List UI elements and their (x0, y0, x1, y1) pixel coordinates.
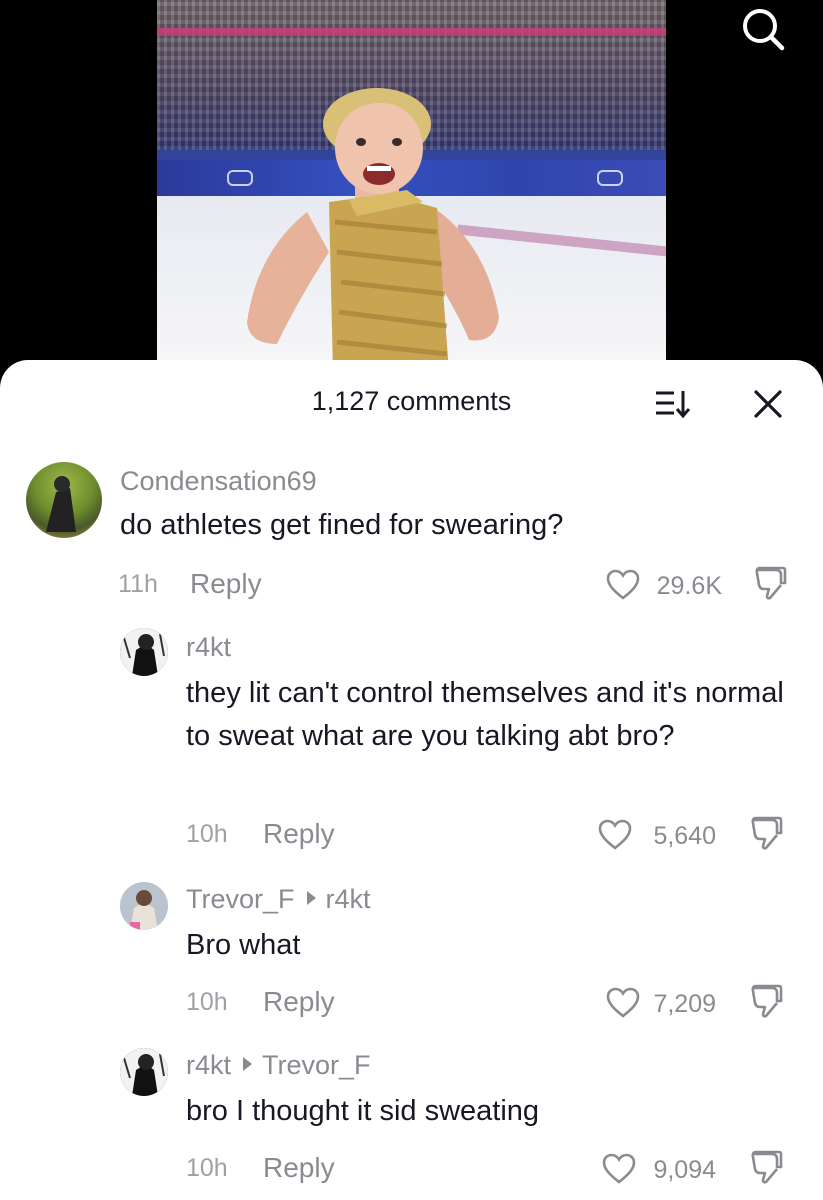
olympic-rings-mark (597, 170, 623, 186)
thumbs-down-icon[interactable] (754, 566, 788, 600)
reply-arrow-icon (243, 1057, 253, 1071)
username-text[interactable]: r4kt (186, 632, 231, 662)
reply-button[interactable]: Reply (263, 986, 335, 1018)
comments-header: 1,127 comments (0, 360, 823, 446)
comment-username[interactable]: r4kt (186, 632, 231, 663)
like-count: 5,640 (653, 822, 716, 850)
sort-icon[interactable] (654, 388, 690, 420)
video-frame (157, 0, 666, 362)
avatar[interactable] (120, 628, 168, 676)
comment-item: Condensation69 do athletes get fined for… (0, 456, 823, 606)
like-count: 9,094 (653, 1156, 716, 1184)
reply-to-username[interactable]: Trevor_F (262, 1050, 371, 1080)
heart-icon[interactable] (606, 987, 640, 1019)
heart-icon[interactable] (598, 819, 632, 851)
comment-item: Trevor_F r4kt Bro what 10h Reply 7,209 (0, 872, 823, 1032)
comment-username[interactable]: Condensation69 (120, 466, 317, 497)
comment-time: 10h (186, 1154, 228, 1182)
comment-text: they lit can't control themselves and it… (186, 677, 784, 752)
comment-item: r4kt they lit can't control themselves a… (0, 620, 823, 870)
like-count: 29.6K (656, 572, 722, 600)
close-icon[interactable] (752, 388, 784, 420)
video-player[interactable] (0, 0, 823, 380)
heart-icon[interactable] (602, 1153, 636, 1185)
thumbs-down-icon[interactable] (750, 816, 784, 850)
avatar[interactable] (120, 882, 168, 930)
comment-count: 1,127 comments (311, 386, 512, 416)
comment-text: do athletes get fined for swearing? (120, 509, 564, 541)
reply-arrow-icon (306, 891, 316, 905)
comment-username[interactable]: Trevor_F r4kt (186, 884, 371, 915)
comment-time: 11h (118, 570, 158, 598)
username-text[interactable]: Condensation69 (120, 466, 317, 496)
thumbs-down-icon[interactable] (750, 984, 784, 1018)
avatar[interactable] (120, 1048, 168, 1096)
arena-banner (157, 28, 666, 36)
skater-figure (247, 88, 499, 362)
search-icon[interactable] (738, 6, 788, 52)
like-count: 7,209 (653, 990, 716, 1018)
thumbs-down-icon[interactable] (750, 1150, 784, 1184)
reply-button[interactable]: Reply (263, 1152, 335, 1184)
comment-time: 10h (186, 820, 228, 848)
comment-text: Bro what (186, 929, 301, 961)
comment-text: bro I thought it sid sweating (186, 1095, 540, 1127)
username-text[interactable]: Trevor_F (186, 884, 295, 914)
username-text[interactable]: r4kt (186, 1050, 231, 1080)
comment-username[interactable]: r4kt Trevor_F (186, 1050, 371, 1081)
reply-button[interactable]: Reply (190, 568, 262, 600)
reply-button[interactable]: Reply (263, 818, 335, 850)
reply-to-username[interactable]: r4kt (326, 884, 371, 914)
comment-item: r4kt Trevor_F bro I thought it sid sweati… (0, 1040, 823, 1200)
avatar[interactable] (26, 462, 102, 538)
heart-icon[interactable] (606, 569, 640, 601)
comment-time: 10h (186, 988, 228, 1016)
comments-sheet: 1,127 comments Condensation69 do athlete… (0, 360, 823, 1200)
